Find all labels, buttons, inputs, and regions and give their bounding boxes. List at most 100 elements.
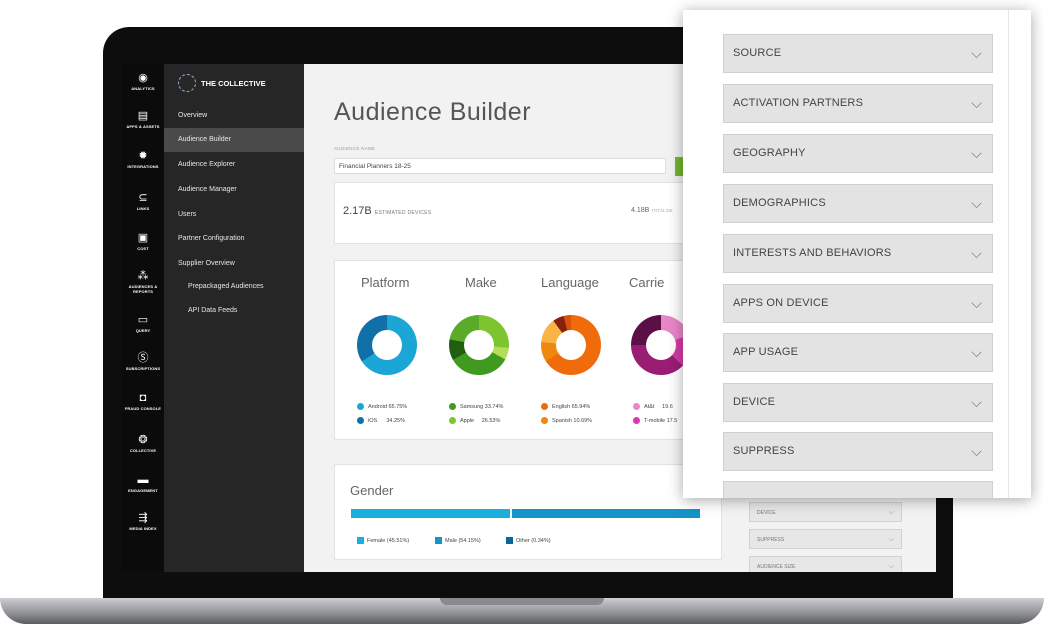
link-icon: ⊆ [138, 192, 148, 204]
rail-label: AUDIENCES & REPORTS [128, 284, 158, 294]
rail-item-engagement[interactable]: ▬ ENGAGEMENT [122, 474, 164, 493]
legend-item: Apple 26.53% [449, 417, 500, 424]
carrier-title: Carrie [629, 275, 665, 290]
legend-label: At&t [644, 403, 655, 410]
mini-filter-label: SUPPRESS [757, 537, 785, 543]
make-donut [449, 315, 509, 375]
analytics-icon: ◉ [138, 72, 148, 84]
rail-item-media-index[interactable]: ⇶ MEDIA INDEX [122, 512, 164, 531]
language-donut [541, 315, 601, 375]
legend-value: 19.6 [662, 403, 673, 410]
filter-source[interactable]: SOURCE ⌵ [723, 34, 993, 73]
mini-filter-label: AUDIENCE SIZE [757, 564, 796, 570]
legend-value: 65.75% [388, 403, 408, 410]
legend-dot [541, 417, 548, 424]
legend-swatch [435, 537, 442, 544]
legend-swatch [357, 537, 364, 544]
subscriptions-icon: Ⓢ [137, 352, 149, 364]
rail-label: COST [137, 246, 149, 251]
rail-label: QUERY [135, 328, 151, 333]
estimate-card: 2.17B ESTIMATED DEVICES 4.18B TOTAL DE [334, 182, 696, 244]
sidebar-item-supplier-overview[interactable]: Supplier Overview [164, 252, 304, 276]
sidebar-item-audience-builder[interactable]: Audience Builder [164, 128, 304, 152]
estimated-devices: 2.17B ESTIMATED DEVICES [343, 205, 432, 217]
rail-label: LINKS [136, 206, 150, 211]
make-title: Make [465, 275, 497, 290]
filter-interests-behaviors[interactable]: INTERESTS AND BEHAVIORS ⌵ [723, 234, 993, 273]
filter-next[interactable] [723, 481, 993, 498]
legend-label: Samsung [460, 403, 484, 410]
audience-name-input[interactable]: Financial Planners 18-25 [334, 158, 666, 174]
filter-apps-on-device[interactable]: APPS ON DEVICE ⌵ [723, 284, 993, 323]
rail-label: APPS & ASSETS [126, 124, 160, 129]
rail-item-analytics[interactable]: ◉ ANALYTICS [122, 72, 164, 91]
mini-filter-audience-size[interactable]: AUDIENCE SIZE ⌵ [749, 556, 902, 572]
collective-logo-icon [178, 74, 196, 92]
legend-dot [633, 403, 640, 410]
filter-label: INTERESTS AND BEHAVIORS [733, 247, 892, 259]
sidebar-item-users[interactable]: Users [164, 203, 304, 227]
legend-dot [541, 403, 548, 410]
rail-label: MEDIA INDEX [129, 526, 157, 531]
breakdown-card: Platform Make Language Carrie Android 65… [334, 260, 696, 440]
chevron-down-icon: ⌵ [971, 145, 982, 161]
legend-label: English [552, 403, 571, 410]
legend-item: iOS 34.25% [357, 417, 405, 424]
audience-icon: ⁂ [137, 270, 149, 282]
chevron-down-icon: ⌵ [971, 245, 982, 261]
filter-app-usage[interactable]: APP USAGE ⌵ [723, 333, 993, 372]
chevron-down-icon: ⌵ [971, 344, 982, 360]
chevron-down-icon: ⌵ [971, 45, 982, 61]
page-title: Audience Builder [334, 98, 532, 126]
filter-suppress[interactable]: SUPPRESS ⌵ [723, 432, 993, 471]
rail-item-links[interactable]: ⊆ LINKS [122, 192, 164, 211]
legend-dot [449, 417, 456, 424]
sidebar-item-prepackaged-audiences[interactable]: Prepackaged Audiences [164, 275, 304, 299]
legend-label: Apple [460, 417, 475, 424]
rail-item-query[interactable]: ▭ QUERY [122, 314, 164, 333]
rail-label: FRAUD CONSOLE [124, 406, 162, 411]
rail-item-collective[interactable]: ❂ COLLECTIVE [122, 434, 164, 453]
brand: THE COLLECTIVE [178, 74, 266, 92]
rail-item-audiences-reports[interactable]: ⁂ AUDIENCES & REPORTS [122, 270, 164, 294]
engagement-icon: ▬ [137, 474, 149, 486]
filter-demographics[interactable]: DEMOGRAPHICS ⌵ [723, 184, 993, 223]
rail-item-cost[interactable]: ▣ COST [122, 232, 164, 251]
filter-geography[interactable]: GEOGRAPHY ⌵ [723, 134, 993, 173]
legend-item-male: Male (54.15%) [435, 537, 481, 544]
rail-item-subscriptions[interactable]: Ⓢ SUBSCRIPTIONS [122, 352, 164, 371]
filter-device[interactable]: DEVICE ⌵ [723, 383, 993, 422]
legend-value: 26.53% [481, 417, 501, 424]
gender-title: Gender [350, 483, 394, 498]
male-bar [512, 509, 700, 518]
rail-item-apps-assets[interactable]: ▤ APPS & ASSETS [122, 110, 164, 129]
rail-item-fraud-console[interactable]: ◘ FRAUD CONSOLE [122, 392, 164, 411]
sidebar-item-overview[interactable]: Overview [164, 104, 304, 128]
rail-label: COLLECTIVE [129, 448, 157, 453]
gear-icon: ✹ [138, 150, 148, 162]
total-label: TOTAL DE [651, 208, 673, 213]
estimated-label: ESTIMATED DEVICES [374, 210, 432, 216]
legend-item-other: Other (0.34%) [506, 537, 551, 544]
chevron-down-icon: ⌵ [971, 443, 982, 459]
sidebar-item-audience-manager[interactable]: Audience Manager [164, 178, 304, 202]
sidebar-item-audience-explorer[interactable]: Audience Explorer [164, 153, 304, 177]
cost-icon: ▣ [137, 232, 149, 244]
filter-activation-partners[interactable]: ACTIVATION PARTNERS ⌵ [723, 84, 993, 123]
mini-filter-suppress[interactable]: SUPPRESS ⌵ [749, 529, 902, 549]
total-devices: 4.18B TOTAL DE [631, 207, 673, 214]
legend-value: 17.5 [666, 417, 678, 424]
rail-item-integrations[interactable]: ✹ INTEGRATIONS [122, 150, 164, 169]
legend-dot [449, 403, 456, 410]
sidebar-item-partner-configuration[interactable]: Partner Configuration [164, 227, 304, 251]
legend-label: Male (54.15%) [445, 537, 481, 544]
rail-label: INTEGRATIONS [127, 164, 159, 169]
filter-label: SOURCE [733, 47, 782, 59]
filter-label: DEMOGRAPHICS [733, 197, 826, 209]
sidebar-item-api-data-feeds[interactable]: API Data Feeds [164, 299, 304, 323]
legend-dot [357, 417, 364, 424]
legend-label: iOS [368, 417, 378, 424]
legend-value: 10.69% [573, 417, 593, 424]
mini-filter-device[interactable]: DEVICE ⌵ [749, 502, 902, 522]
panel-divider [1008, 10, 1009, 498]
